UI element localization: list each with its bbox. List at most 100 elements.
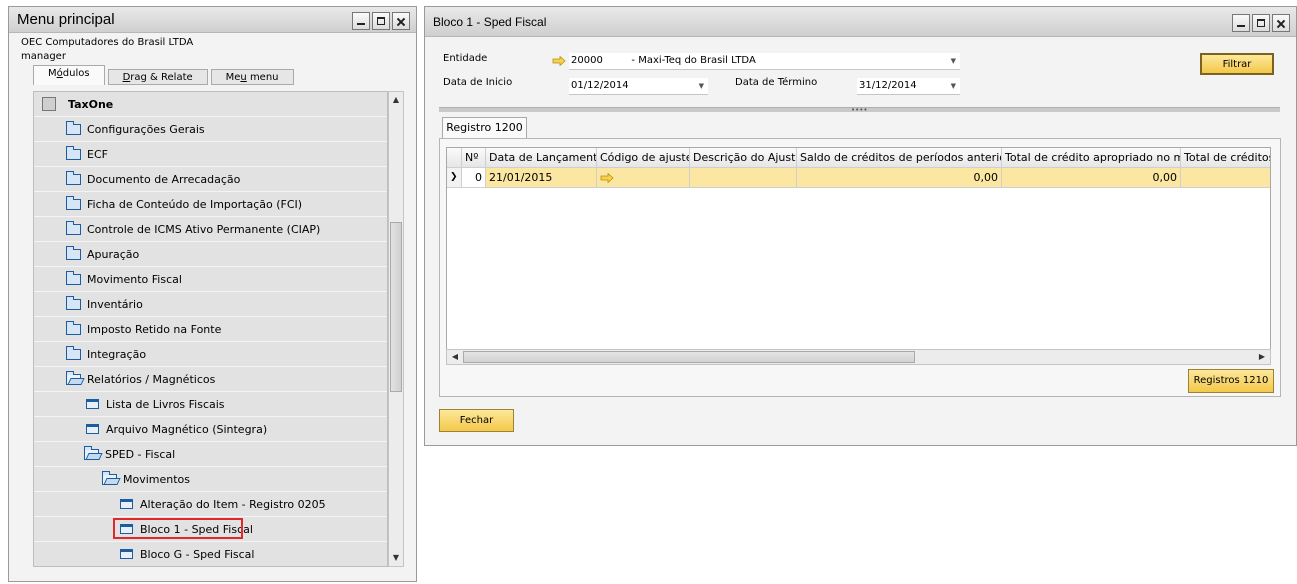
- bloco1-window: Bloco 1 - Sped Fiscal Entidade 20000 - M…: [424, 6, 1297, 446]
- link-arrow-icon[interactable]: [552, 56, 566, 66]
- tree-item-configuracoes[interactable]: Configurações Gerais: [34, 117, 387, 142]
- scroll-thumb[interactable]: [390, 222, 402, 392]
- scroll-down-icon[interactable]: ▼: [389, 550, 403, 566]
- col-header-codigo[interactable]: Código de ajuste: [597, 148, 690, 168]
- bloco1-title: Bloco 1 - Sped Fiscal: [433, 15, 547, 29]
- filtrar-button[interactable]: Filtrar: [1200, 53, 1274, 75]
- company-name: OEC Computadores do Brasil LTDA: [21, 37, 194, 48]
- chevron-down-icon[interactable]: ▼: [951, 53, 956, 69]
- tree-item-movimento-fiscal[interactable]: Movimento Fiscal: [34, 267, 387, 292]
- tree-item-fci[interactable]: Ficha de Conteúdo de Importação (FCI): [34, 192, 387, 217]
- main-menu-title: Menu principal: [17, 11, 115, 28]
- scroll-right-icon[interactable]: ▶: [1254, 350, 1270, 364]
- tree-item-label: SPED - Fiscal: [105, 447, 176, 461]
- col-header-num[interactable]: Nº: [462, 148, 486, 168]
- cell-descricao[interactable]: [690, 168, 797, 188]
- tree-item-imposto-retido[interactable]: Imposto Retido na Fonte: [34, 317, 387, 342]
- entidade-field[interactable]: 20000 - Maxi-Teq do Brasil LTDA ▼: [569, 53, 960, 70]
- data-inicio-field[interactable]: 01/12/2014 ▼: [569, 78, 708, 95]
- tree-item-label: Imposto Retido na Fonte: [87, 322, 222, 336]
- scroll-left-icon[interactable]: ◀: [447, 350, 463, 364]
- selection-highlight: [113, 518, 243, 539]
- tab-meu-menu[interactable]: Meu menu: [210, 69, 294, 85]
- main-menu-titlebar[interactable]: Menu principal: [9, 7, 416, 33]
- col-header-saldo[interactable]: Saldo de créditos de períodos anteriores: [797, 148, 1002, 168]
- tree-item-apuracao[interactable]: Apuração: [34, 242, 387, 267]
- col-header-data[interactable]: Data de Lançamento: [486, 148, 597, 168]
- folder-open-icon: [66, 370, 81, 385]
- splitter[interactable]: ••••: [439, 107, 1280, 114]
- tree-item-label: Movimentos: [123, 472, 191, 486]
- tab-meu-label: Me: [225, 72, 241, 83]
- tree-item-taxone[interactable]: TaxOne: [34, 92, 387, 117]
- tree-item-label: Integração: [87, 347, 147, 361]
- registro-panel: Nº Data de Lançamento Código de ajuste D…: [439, 138, 1281, 397]
- folder-icon: [66, 320, 81, 335]
- cell-num[interactable]: 0: [462, 168, 486, 188]
- form-icon: [86, 424, 99, 434]
- tab-modulos[interactable]: Módulos: [33, 65, 105, 85]
- chevron-down-icon[interactable]: ▼: [951, 78, 956, 94]
- maximize-icon[interactable]: [1252, 14, 1270, 32]
- tree-item-label: Alteração do Item - Registro 0205: [140, 497, 326, 511]
- tree-item-label: Relatórios / Magnéticos: [87, 372, 216, 386]
- registros-1210-button[interactable]: Registros 1210: [1188, 369, 1274, 393]
- close-icon[interactable]: [1272, 14, 1290, 32]
- data-inicio-value: 01/12/2014: [571, 80, 629, 91]
- tree-item-movimentos[interactable]: Movimentos: [34, 467, 387, 492]
- table-row[interactable]: ❯ 0 21/01/2015 0,00 0,00: [447, 168, 1270, 188]
- tree-item-ciap[interactable]: Controle de ICMS Ativo Permanente (CIAP): [34, 217, 387, 242]
- data-termino-field[interactable]: 31/12/2014 ▼: [857, 78, 960, 95]
- grid-hscrollbar[interactable]: ◀ ▶: [446, 349, 1271, 365]
- data-inicio-label: Data de Inicio: [443, 77, 513, 88]
- col-header-descricao[interactable]: Descrição do Ajuste: [690, 148, 797, 168]
- tree-item-relatorios[interactable]: Relatórios / Magnéticos: [34, 367, 387, 392]
- tree-item-ecf[interactable]: ECF: [34, 142, 387, 167]
- cell-total-apropriado[interactable]: 0,00: [1002, 168, 1181, 188]
- main-menu-window: Menu principal OEC Computadores do Brasi…: [8, 6, 417, 582]
- tree-item-label: ECF: [87, 147, 108, 161]
- fechar-button[interactable]: Fechar: [439, 409, 514, 432]
- tree-item-sped-fiscal[interactable]: SPED - Fiscal: [34, 442, 387, 467]
- cell-saldo[interactable]: 0,00: [797, 168, 1002, 188]
- folder-open-icon: [84, 445, 99, 460]
- folder-icon: [66, 120, 81, 135]
- minimize-icon[interactable]: [352, 12, 370, 30]
- close-icon[interactable]: [392, 12, 410, 30]
- tree-item-label: Documento de Arrecadação: [87, 172, 241, 186]
- tree-item-bloco-g[interactable]: Bloco G - Sped Fiscal: [34, 542, 387, 566]
- cell-data[interactable]: 21/01/2015: [486, 168, 597, 188]
- tree-item-arquivo-magnetico[interactable]: Arquivo Magnético (Sintegra): [34, 417, 387, 442]
- minimize-icon[interactable]: [1232, 14, 1250, 32]
- tree-item-inventario[interactable]: Inventário: [34, 292, 387, 317]
- chevron-down-icon[interactable]: ▼: [699, 78, 704, 94]
- bloco1-titlebar[interactable]: Bloco 1 - Sped Fiscal: [425, 7, 1296, 37]
- tree-item-alteracao-item[interactable]: Alteração do Item - Registro 0205: [34, 492, 387, 517]
- col-header-total-creditos[interactable]: Total de créditos u: [1181, 148, 1270, 168]
- tab-modulos-label: M: [48, 68, 57, 79]
- tab-registro-1200[interactable]: Registro 1200: [442, 117, 527, 139]
- tree-item-integracao[interactable]: Integração: [34, 342, 387, 367]
- tree-scrollbar[interactable]: ▲ ▼: [388, 91, 404, 567]
- grip-icon[interactable]: ••••: [851, 107, 868, 114]
- cell-codigo[interactable]: [597, 168, 690, 188]
- row-pointer-icon[interactable]: ❯: [447, 168, 462, 188]
- folder-icon: [66, 170, 81, 185]
- scroll-up-icon[interactable]: ▲: [389, 92, 403, 108]
- menu-tabs: Módulos Drag & Relate Meu menu: [33, 65, 294, 85]
- entidade-value: 20000 - Maxi-Teq do Brasil LTDA: [571, 55, 756, 66]
- tree-item-documento[interactable]: Documento de Arrecadação: [34, 167, 387, 192]
- form-icon: [120, 499, 133, 509]
- tab-drag-relate[interactable]: Drag & Relate: [107, 69, 208, 85]
- tree-item-label: Bloco G - Sped Fiscal: [140, 547, 255, 561]
- hscroll-thumb[interactable]: [463, 351, 915, 363]
- maximize-icon[interactable]: [372, 12, 390, 30]
- folder-icon: [66, 270, 81, 285]
- col-header-total-apropriado[interactable]: Total de crédito apropriado no mês: [1002, 148, 1181, 168]
- form-icon: [86, 399, 99, 409]
- cell-total-creditos[interactable]: [1181, 168, 1270, 188]
- link-arrow-icon[interactable]: [600, 172, 614, 184]
- tree-item-label: Configurações Gerais: [87, 122, 205, 136]
- tree-item-label: Arquivo Magnético (Sintegra): [106, 422, 268, 436]
- tree-item-lista-livros[interactable]: Lista de Livros Fiscais: [34, 392, 387, 417]
